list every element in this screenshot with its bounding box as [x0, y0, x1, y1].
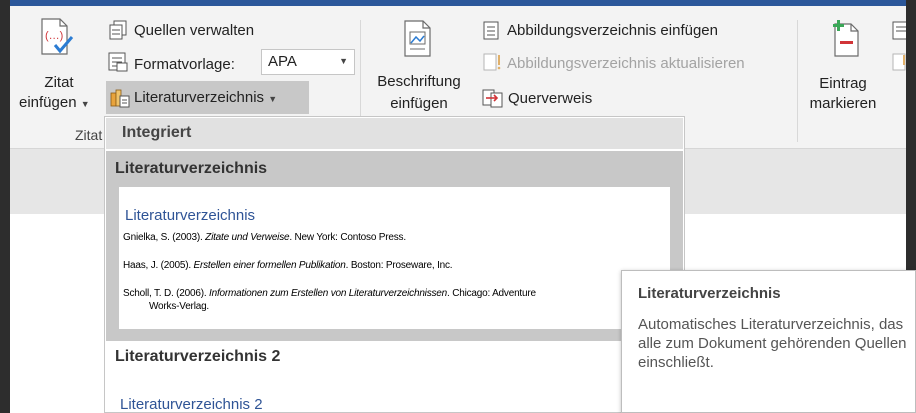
svg-text:(…): (…) — [45, 30, 63, 42]
insert-caption-label-2[interactable]: einfügen — [369, 95, 469, 112]
insert-caption-label-1[interactable]: Beschriftung — [369, 73, 469, 90]
group-separator — [797, 20, 798, 142]
preview-heading[interactable]: Literaturverzeichnis 2 — [120, 396, 263, 413]
bibliography-button[interactable]: Literaturverzeichnis ▼ — [134, 89, 277, 106]
style-select[interactable]: APA ▼ — [261, 49, 355, 75]
update-table-button[interactable]: Abbildungsverzeichnis aktualisieren — [507, 55, 745, 72]
preview-reference: Scholl, T. D. (2006). Informationen zum … — [123, 288, 536, 299]
mark-entry-icon[interactable] — [829, 18, 863, 58]
cross-reference-icon — [482, 87, 504, 109]
tooltip: Literaturverzeichnis Automatisches Liter… — [621, 270, 916, 413]
insert-citation-button[interactable]: einfügen ▼ — [19, 94, 90, 111]
style-label: Formatvorlage: — [134, 56, 235, 73]
bibliography-label: Literaturverzeichnis — [134, 89, 265, 106]
tooltip-title: Literaturverzeichnis — [638, 285, 781, 302]
gallery-item-bibliography[interactable]: Literaturverzeichnis Literaturverzeichni… — [106, 151, 683, 341]
mark-entry-label-2[interactable]: markieren — [803, 95, 883, 112]
insert-citation-label-1[interactable]: Zitat — [38, 74, 80, 91]
section-header-label: Integriert — [122, 124, 192, 141]
update-index-icon[interactable] — [892, 52, 906, 72]
update-table-icon — [482, 52, 502, 72]
cross-reference-button[interactable]: Querverweis — [508, 90, 592, 107]
style-icon — [108, 52, 128, 72]
insert-index-icon[interactable] — [892, 21, 908, 41]
insert-table-of-figures-button[interactable]: Abbildungsverzeichnis einfügen — [507, 22, 718, 39]
tooltip-body: Automatisches Literaturverzeichnis, das … — [638, 316, 907, 371]
gallery-item-title[interactable]: Literaturverzeichnis 2 — [115, 348, 280, 366]
gallery-item-preview: Literaturverzeichnis Gnielka, S. (2003).… — [119, 187, 670, 329]
preview-heading: Literaturverzeichnis — [125, 207, 256, 224]
preview-reference: Haas, J. (2005). Erstellen einer formell… — [123, 260, 453, 271]
preview-reference: Gnielka, S. (2003). Zitate und Verweise.… — [123, 232, 406, 243]
insert-caption-icon[interactable] — [402, 20, 434, 58]
preview-reference-continuation: Works-Verlag. — [149, 301, 210, 312]
dropdown-section-header: Integriert — [106, 118, 683, 149]
window-left-border — [0, 0, 10, 413]
gallery-item-title: Literaturverzeichnis — [115, 160, 268, 177]
mark-entry-label-1[interactable]: Eintrag — [803, 75, 883, 92]
manage-sources-button[interactable]: Quellen verwalten — [134, 22, 254, 39]
insert-citation-icon[interactable]: (…) — [38, 18, 74, 56]
manage-sources-icon — [108, 20, 128, 40]
insert-citation-label-2: einfügen — [19, 94, 77, 111]
bibliography-icon — [109, 87, 131, 109]
bibliography-dropdown: Integriert Literaturverzeichnis Literatu… — [104, 116, 685, 413]
table-of-figures-icon — [482, 21, 500, 41]
chevron-down-icon: ▼ — [339, 56, 348, 66]
chevron-down-icon: ▼ — [80, 99, 90, 109]
citation-group-label: Zitat — [75, 127, 103, 143]
style-select-value: APA — [268, 53, 297, 70]
chevron-down-icon: ▼ — [268, 94, 278, 104]
